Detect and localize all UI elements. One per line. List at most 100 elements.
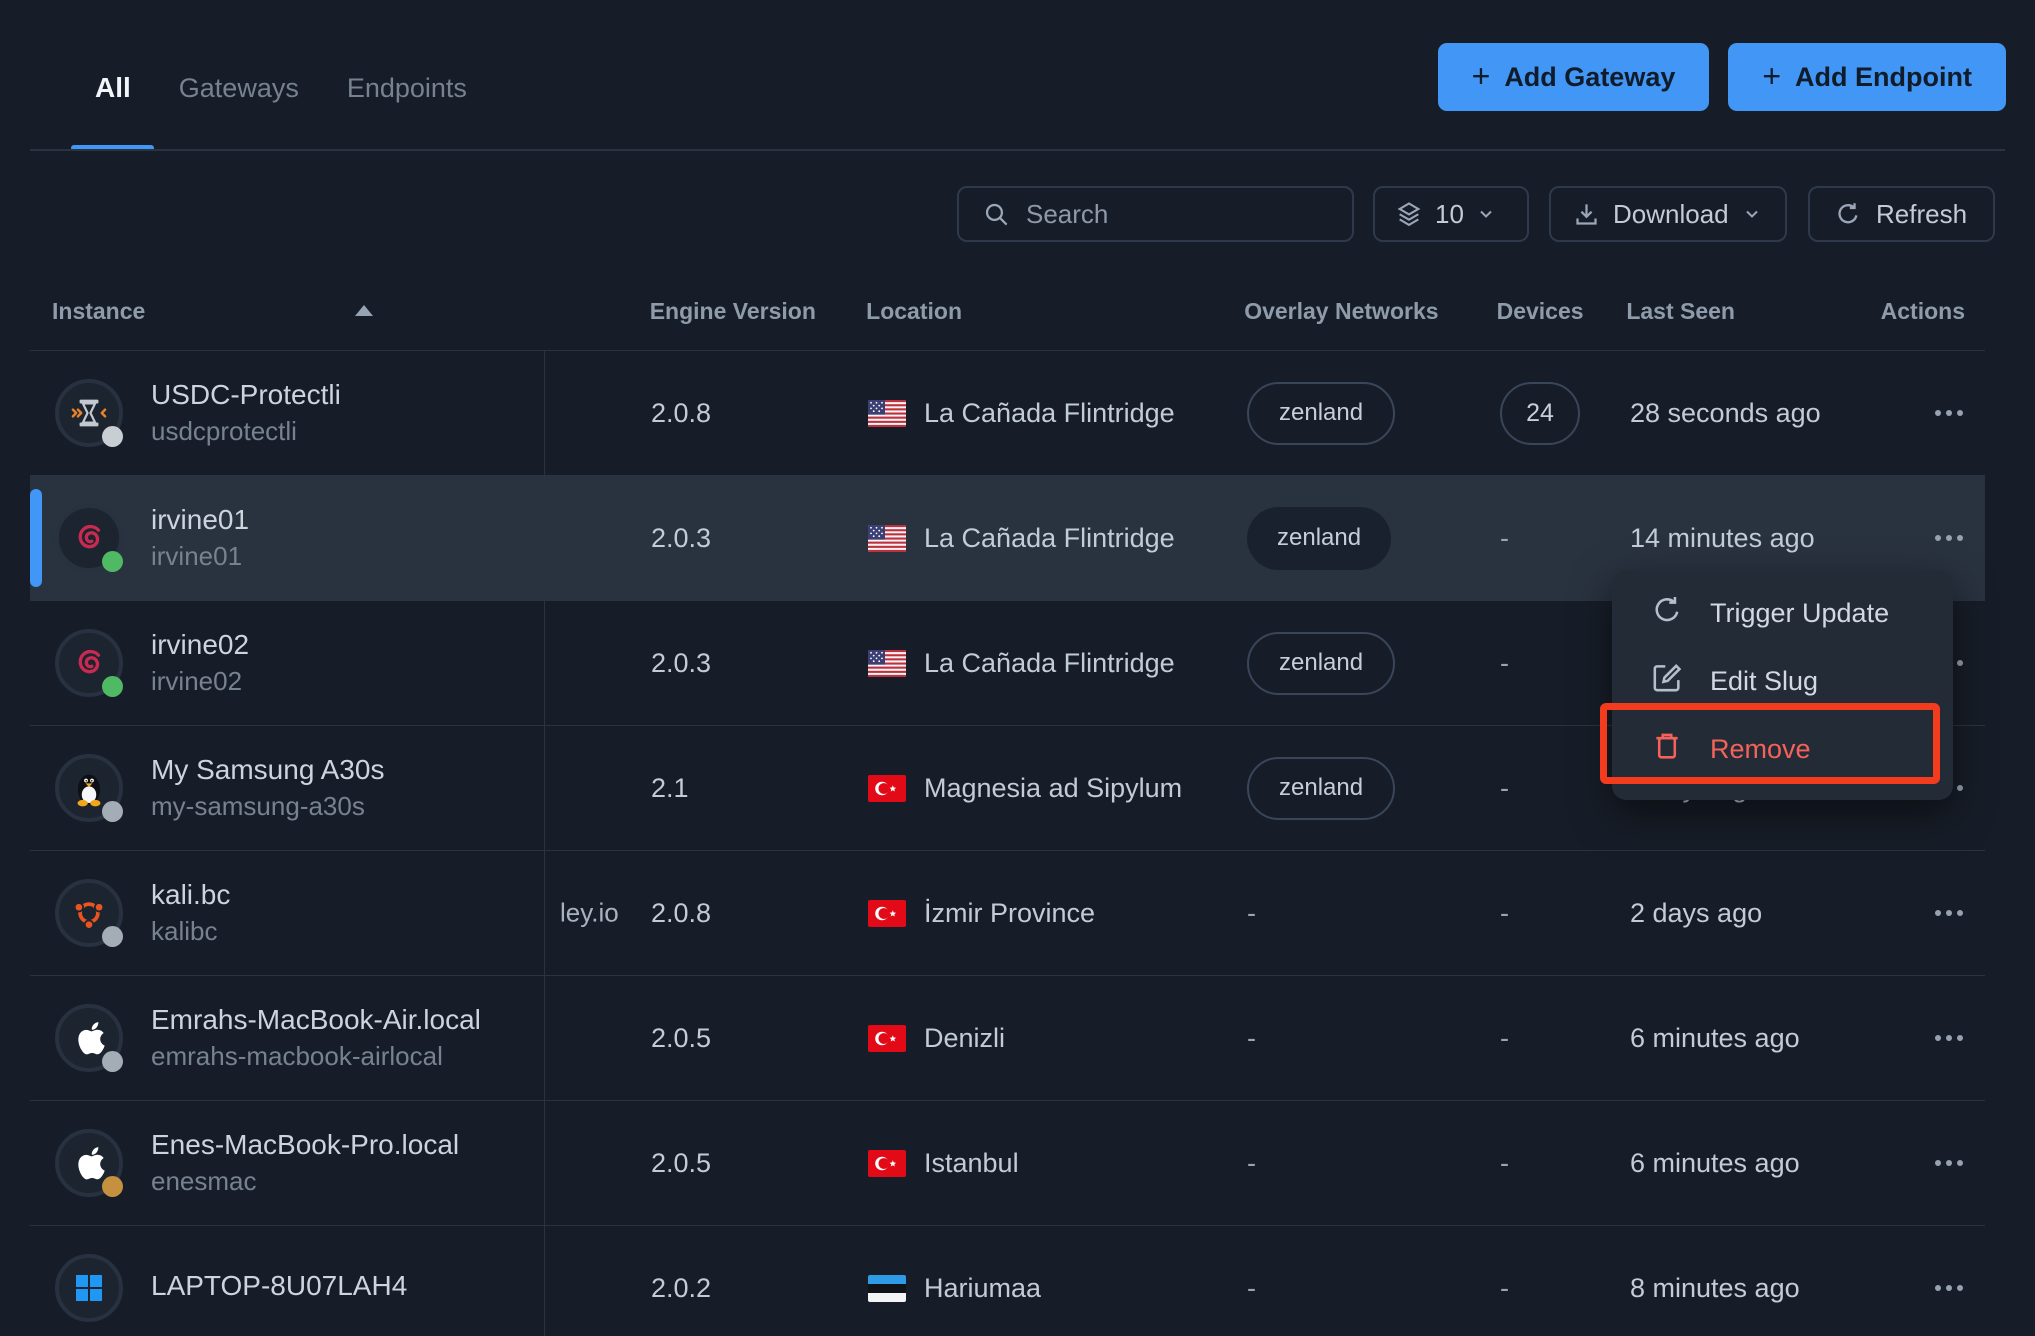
engine-version-cell: 2.0.3 (545, 476, 860, 600)
devices-cell: - (1480, 976, 1610, 1100)
refresh-icon (1650, 593, 1684, 634)
windows-logo-icon (55, 1254, 123, 1322)
overlay-networks-cell: - (1245, 851, 1480, 975)
download-label: Download (1613, 199, 1729, 230)
location-cell: Magnesia ad Sipylum (860, 726, 1245, 850)
overlay-network-badge[interactable]: zenland (1247, 382, 1395, 445)
edit-icon (1650, 661, 1684, 702)
instance-cell: irvine02 irvine02 (30, 601, 545, 725)
engine-version-cell: 2.0.5 (545, 1101, 860, 1225)
flag-tr-icon (868, 900, 906, 927)
row-actions-button[interactable] (1933, 400, 1965, 426)
location-cell: İzmir Province (860, 851, 1245, 975)
devices-cell: - (1480, 1226, 1610, 1336)
location-name: İzmir Province (924, 898, 1095, 929)
engine-version-cell: 2.0.8 (545, 351, 860, 475)
page-size-select[interactable]: 10 (1373, 186, 1529, 242)
overlay-networks-cell: - (1245, 1226, 1480, 1336)
instance-cell: irvine01 irvine01 (30, 476, 545, 600)
tux-logo-icon (55, 754, 123, 822)
column-header-location[interactable]: Location (858, 288, 1242, 334)
menu-item-edit-slug[interactable]: Edit Slug (1612, 647, 1953, 715)
chevron-down-icon (1742, 204, 1762, 224)
overlay-network-badge[interactable]: zenland (1247, 507, 1391, 570)
status-dot (102, 1051, 123, 1072)
flag-tr-icon (868, 775, 906, 802)
instance-title: kali.bc (151, 879, 230, 911)
row-context-menu: Trigger Update Edit Slug Remove (1612, 570, 1953, 800)
row-actions-button[interactable] (1933, 1275, 1965, 1301)
tab-endpoints[interactable]: Endpoints (347, 68, 467, 108)
instances-page: All Gateways Endpoints + Add Gateway + A… (0, 0, 2035, 1336)
tab-all[interactable]: All (95, 68, 131, 108)
devices-count-badge[interactable]: 24 (1500, 382, 1580, 445)
add-gateway-button[interactable]: + Add Gateway (1438, 43, 1710, 111)
last-seen-cell: 6 minutes ago (1610, 1101, 1885, 1225)
flag-ee-icon (868, 1275, 906, 1302)
table-row[interactable]: Enes-MacBook-Pro.local enesmac 2.0.5 Ist… (30, 1100, 1985, 1225)
tabs: All Gateways Endpoints (95, 68, 467, 108)
selected-row-indicator (30, 489, 42, 587)
add-endpoint-button[interactable]: + Add Endpoint (1728, 43, 2006, 111)
actions-cell (1885, 851, 1985, 975)
instance-cell: LAPTOP-8U07LAH4 (30, 1226, 545, 1336)
menu-item-remove[interactable]: Remove (1612, 715, 1953, 783)
instance-title: irvine02 (151, 629, 249, 661)
tab-gateways[interactable]: Gateways (179, 68, 299, 108)
table-row[interactable]: LAPTOP-8U07LAH4 2.0.2 Hariumaa - - 8 min… (30, 1225, 1985, 1336)
devices-cell: - (1480, 476, 1610, 600)
add-endpoint-label: Add Endpoint (1795, 62, 1972, 93)
status-dot (102, 551, 123, 572)
location-name: La Cañada Flintridge (924, 648, 1175, 679)
location-cell: Denizli (860, 976, 1245, 1100)
overlay-networks-cell: zenland (1245, 726, 1480, 850)
overlay-networks-cell: zenland (1245, 351, 1480, 475)
protectli-logo-icon (55, 379, 123, 447)
column-header-instance[interactable]: Instance (30, 288, 544, 334)
column-header-last-seen[interactable]: Last Seen (1606, 288, 1880, 334)
instance-slug: irvine01 (151, 541, 249, 572)
table-row[interactable]: kali.bc kalibc ley.io 2.0.8 İzmir Provin… (30, 850, 1985, 975)
actions-cell (1885, 976, 1985, 1100)
row-actions-button[interactable] (1933, 525, 1965, 551)
download-button[interactable]: Download (1549, 186, 1787, 242)
instance-title: Emrahs-MacBook-Air.local (151, 1004, 481, 1036)
table-row[interactable]: Emrahs-MacBook-Air.local emrahs-macbook-… (30, 975, 1985, 1100)
add-gateway-label: Add Gateway (1504, 62, 1675, 93)
devices-cell: - (1480, 851, 1610, 975)
actions-cell (1885, 351, 1985, 475)
refresh-button[interactable]: Refresh (1808, 186, 1995, 242)
row-actions-button[interactable] (1933, 900, 1965, 926)
row-actions-button[interactable] (1933, 1150, 1965, 1176)
overflow-text-fragment: ley.io (560, 898, 619, 929)
table-header: Instance Engine Version Location Overlay… (30, 288, 1985, 334)
table-row[interactable]: USDC-Protectli usdcprotectli 2.0.8 La Ca… (30, 350, 1985, 475)
overlay-networks-cell: - (1245, 1101, 1480, 1225)
location-name: Magnesia ad Sipylum (924, 773, 1182, 804)
overlay-network-badge[interactable]: zenland (1247, 757, 1395, 820)
actions-cell (1885, 1101, 1985, 1225)
table-toolbar: 10 Download Refresh (0, 186, 2035, 240)
location-cell: La Cañada Flintridge (860, 351, 1245, 475)
menu-item-trigger-update[interactable]: Trigger Update (1612, 579, 1953, 647)
plus-icon: + (1762, 60, 1781, 92)
overlay-networks-cell: zenland (1245, 601, 1480, 725)
column-header-actions: Actions (1881, 288, 1985, 334)
trash-icon (1650, 729, 1684, 770)
refresh-label: Refresh (1876, 199, 1967, 230)
location-name: Istanbul (924, 1148, 1019, 1179)
row-actions-button[interactable] (1933, 1025, 1965, 1051)
overlay-network-badge[interactable]: zenland (1247, 632, 1395, 695)
debian-logo-icon (55, 629, 123, 697)
column-header-devices[interactable]: Devices (1477, 288, 1607, 334)
search-input-wrapper[interactable] (957, 186, 1354, 242)
instance-title: irvine01 (151, 504, 249, 536)
instance-title: LAPTOP-8U07LAH4 (151, 1270, 407, 1302)
layers-icon (1395, 200, 1423, 228)
column-header-engine-version[interactable]: Engine Version (544, 288, 858, 334)
search-input[interactable] (1026, 199, 1361, 230)
page-size-value: 10 (1435, 199, 1464, 230)
column-header-overlay-networks[interactable]: Overlay Networks (1242, 288, 1476, 334)
engine-version-cell: 2.0.3 (545, 601, 860, 725)
apple-logo-icon (55, 1004, 123, 1072)
